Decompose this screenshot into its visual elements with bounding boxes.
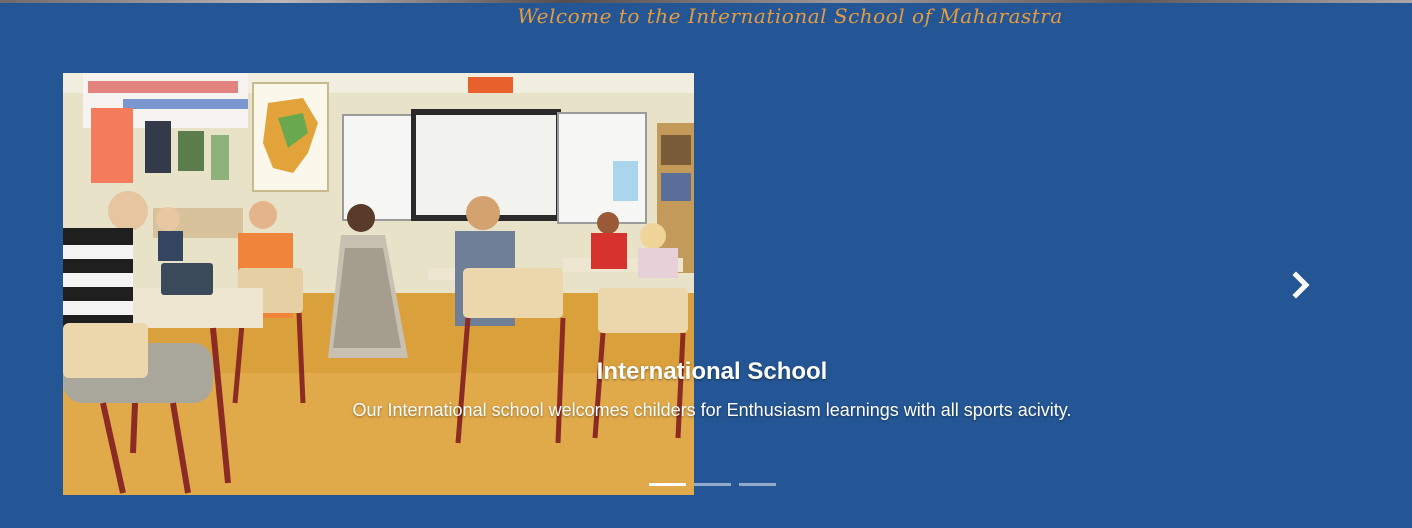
slide-caption-text: Our International school welcomes childe… bbox=[352, 400, 1072, 420]
welcome-heading: Welcome to the International School of M… bbox=[517, 4, 1063, 28]
chevron-right-icon bbox=[1292, 271, 1310, 299]
carousel-indicators bbox=[649, 483, 776, 489]
image-carousel: International School Our International s… bbox=[0, 40, 1412, 528]
carousel-indicator-1[interactable] bbox=[649, 483, 686, 486]
carousel-indicator-2[interactable] bbox=[694, 483, 731, 486]
carousel-next-button[interactable] bbox=[1286, 268, 1318, 302]
slide-caption-title: International School bbox=[596, 358, 828, 385]
classroom-photo bbox=[63, 73, 694, 495]
top-image-strip bbox=[0, 0, 1412, 3]
carousel-indicator-3[interactable] bbox=[739, 483, 776, 486]
